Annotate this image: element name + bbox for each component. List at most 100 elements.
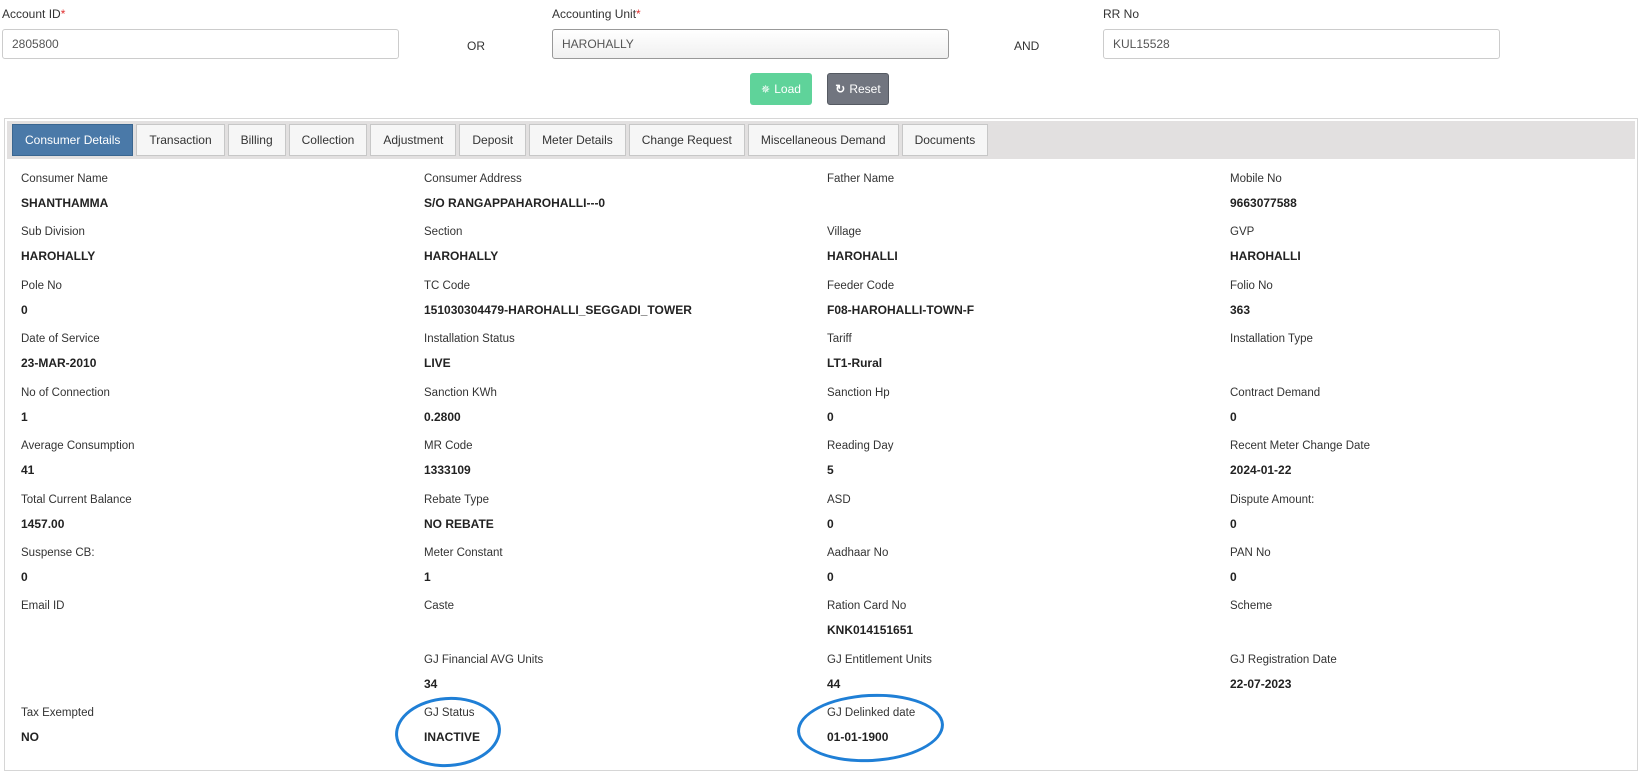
- field-value: INACTIVE: [424, 730, 481, 744]
- field-consumer-address: Consumer Address S/O RANGAPPAHAROHALLI--…: [424, 173, 814, 212]
- field-rebate-type: Rebate Type NO REBATE: [424, 494, 814, 533]
- field-recent-meter-change-date: Recent Meter Change Date 2024-01-22: [1230, 440, 1620, 479]
- field-label: Pole No: [21, 280, 62, 292]
- field-sub-division: Sub Division HAROHALLY: [21, 226, 411, 265]
- field-value: 363: [1230, 303, 1251, 317]
- field-label: Caste: [424, 600, 455, 612]
- field-value: 5: [827, 463, 834, 477]
- field-no-of-connection: No of Connection 1: [21, 387, 411, 426]
- field-village: Village HAROHALLI: [827, 226, 1217, 265]
- field-label: Feeder Code: [827, 280, 895, 292]
- field-label: Section: [424, 226, 463, 238]
- field-pan-no: PAN No 0: [1230, 547, 1620, 586]
- field-value: 44: [827, 677, 841, 691]
- field-label: Suspense CB:: [21, 547, 95, 559]
- tab-miscellaneous-demand[interactable]: Miscellaneous Demand: [747, 124, 899, 156]
- tab-consumer-details[interactable]: Consumer Details: [12, 124, 134, 156]
- field-section: Section HAROHALLY: [424, 226, 814, 265]
- field-label: Email ID: [21, 600, 65, 612]
- field-gj-entitlement-units: GJ Entitlement Units 44: [827, 654, 1217, 693]
- spinner-icon: ✵: [761, 83, 771, 96]
- field-label: Meter Constant: [424, 547, 503, 559]
- field-value: NO: [21, 730, 39, 744]
- field-label: PAN No: [1230, 547, 1271, 559]
- field-label: Tariff: [827, 333, 852, 345]
- tab-billing[interactable]: Billing: [227, 124, 286, 156]
- field-value: 1457.00: [21, 517, 65, 531]
- and-text: AND: [1014, 39, 1040, 53]
- rr-no-input[interactable]: KUL15528: [1103, 29, 1500, 59]
- field-label: GJ Entitlement Units: [827, 654, 932, 666]
- field-value: 0: [827, 410, 834, 424]
- field-label: Rebate Type: [424, 494, 490, 506]
- tab-adjustment[interactable]: Adjustment: [370, 124, 457, 156]
- field-installation-status: Installation Status LIVE: [424, 333, 814, 372]
- accounting-unit-label: Accounting Unit*: [552, 7, 641, 21]
- field-label: No of Connection: [21, 387, 110, 399]
- field-value: [1230, 623, 1620, 639]
- tab-deposit[interactable]: Deposit: [459, 124, 527, 156]
- field-installation-type: Installation Type: [1230, 333, 1620, 372]
- field-label: MR Code: [424, 440, 473, 452]
- field-ration-card-no: Ration Card No KNK014151651: [827, 600, 1217, 639]
- field-dispute-amount: Dispute Amount: 0: [1230, 494, 1620, 533]
- tab-documents[interactable]: Documents: [901, 124, 989, 156]
- field-average-consumption: Average Consumption 41: [21, 440, 411, 479]
- field-label: TC Code: [424, 280, 471, 292]
- field-label: Sanction Hp: [827, 387, 890, 399]
- field-value: LIVE: [424, 356, 451, 370]
- field-value: 151030304479-HAROHALLI_SEGGADI_TOWER: [424, 303, 692, 317]
- tab-collection[interactable]: Collection: [288, 124, 368, 156]
- field-value: 34: [424, 677, 438, 691]
- field-value: HAROHALLI: [827, 249, 898, 263]
- accounting-unit-select[interactable]: HAROHALLY: [552, 29, 949, 59]
- field-label: GJ Status: [424, 707, 475, 719]
- field-label: GJ Financial AVG Units: [424, 654, 544, 666]
- field-value: HAROHALLI: [1230, 249, 1301, 263]
- reset-button-label: Reset: [849, 82, 881, 96]
- field-tc-code: TC Code 151030304479-HAROHALLI_SEGGADI_T…: [424, 280, 814, 319]
- reset-button[interactable]: ↻ Reset: [827, 73, 889, 105]
- field-label: Scheme: [1230, 600, 1273, 612]
- field-scheme: Scheme: [1230, 600, 1620, 639]
- field-label: GJ Registration Date: [1230, 654, 1337, 666]
- field-value: 0: [1230, 517, 1237, 531]
- field-value: 0: [827, 570, 834, 584]
- field-label: Mobile No: [1230, 173, 1282, 185]
- field-pole-no: Pole No 0: [21, 280, 411, 319]
- field-value: [424, 623, 814, 639]
- tab-transaction[interactable]: Transaction: [136, 124, 225, 156]
- field-date-of-service: Date of Service 23-MAR-2010: [21, 333, 411, 372]
- field-value: KNK014151651: [827, 623, 914, 637]
- field-folio-no: Folio No 363: [1230, 280, 1620, 319]
- field-tariff: Tariff LT1-Rural: [827, 333, 1217, 372]
- field-value: 0: [1230, 410, 1237, 424]
- or-text: OR: [467, 39, 485, 53]
- field-label: Aadhaar No: [827, 547, 889, 559]
- field-value: 0: [827, 517, 834, 531]
- field-value: 1: [21, 410, 28, 424]
- field-label: Sanction KWh: [424, 387, 497, 399]
- field-label: Total Current Balance: [21, 494, 132, 506]
- field-label: Tax Exempted: [21, 707, 94, 719]
- field-value: 1333109: [424, 463, 471, 477]
- field-label: ASD: [827, 494, 851, 506]
- field-father-name: Father Name: [827, 173, 1217, 212]
- field-label: Installation Status: [424, 333, 515, 345]
- field-gvp: GVP HAROHALLI: [1230, 226, 1620, 265]
- field-value: NO REBATE: [424, 517, 494, 531]
- field-value: 41: [21, 463, 35, 477]
- field-label: Village: [827, 226, 862, 238]
- field-caste: Caste: [424, 600, 814, 639]
- field-label: Folio No: [1230, 280, 1273, 292]
- field-label: Recent Meter Change Date: [1230, 440, 1370, 452]
- tab-bar: Consumer Details Transaction Billing Col…: [7, 121, 1635, 159]
- load-button[interactable]: ✵ Load: [750, 73, 812, 105]
- tab-change-request[interactable]: Change Request: [628, 124, 745, 156]
- field-suspense-cb: Suspense CB: 0: [21, 547, 411, 586]
- field-value: 0: [1230, 570, 1237, 584]
- field-value: 2024-01-22: [1230, 463, 1292, 477]
- tab-meter-details[interactable]: Meter Details: [529, 124, 626, 156]
- field-sanction-kwh: Sanction KWh 0.2800: [424, 387, 814, 426]
- account-id-input[interactable]: 2805800: [2, 29, 399, 59]
